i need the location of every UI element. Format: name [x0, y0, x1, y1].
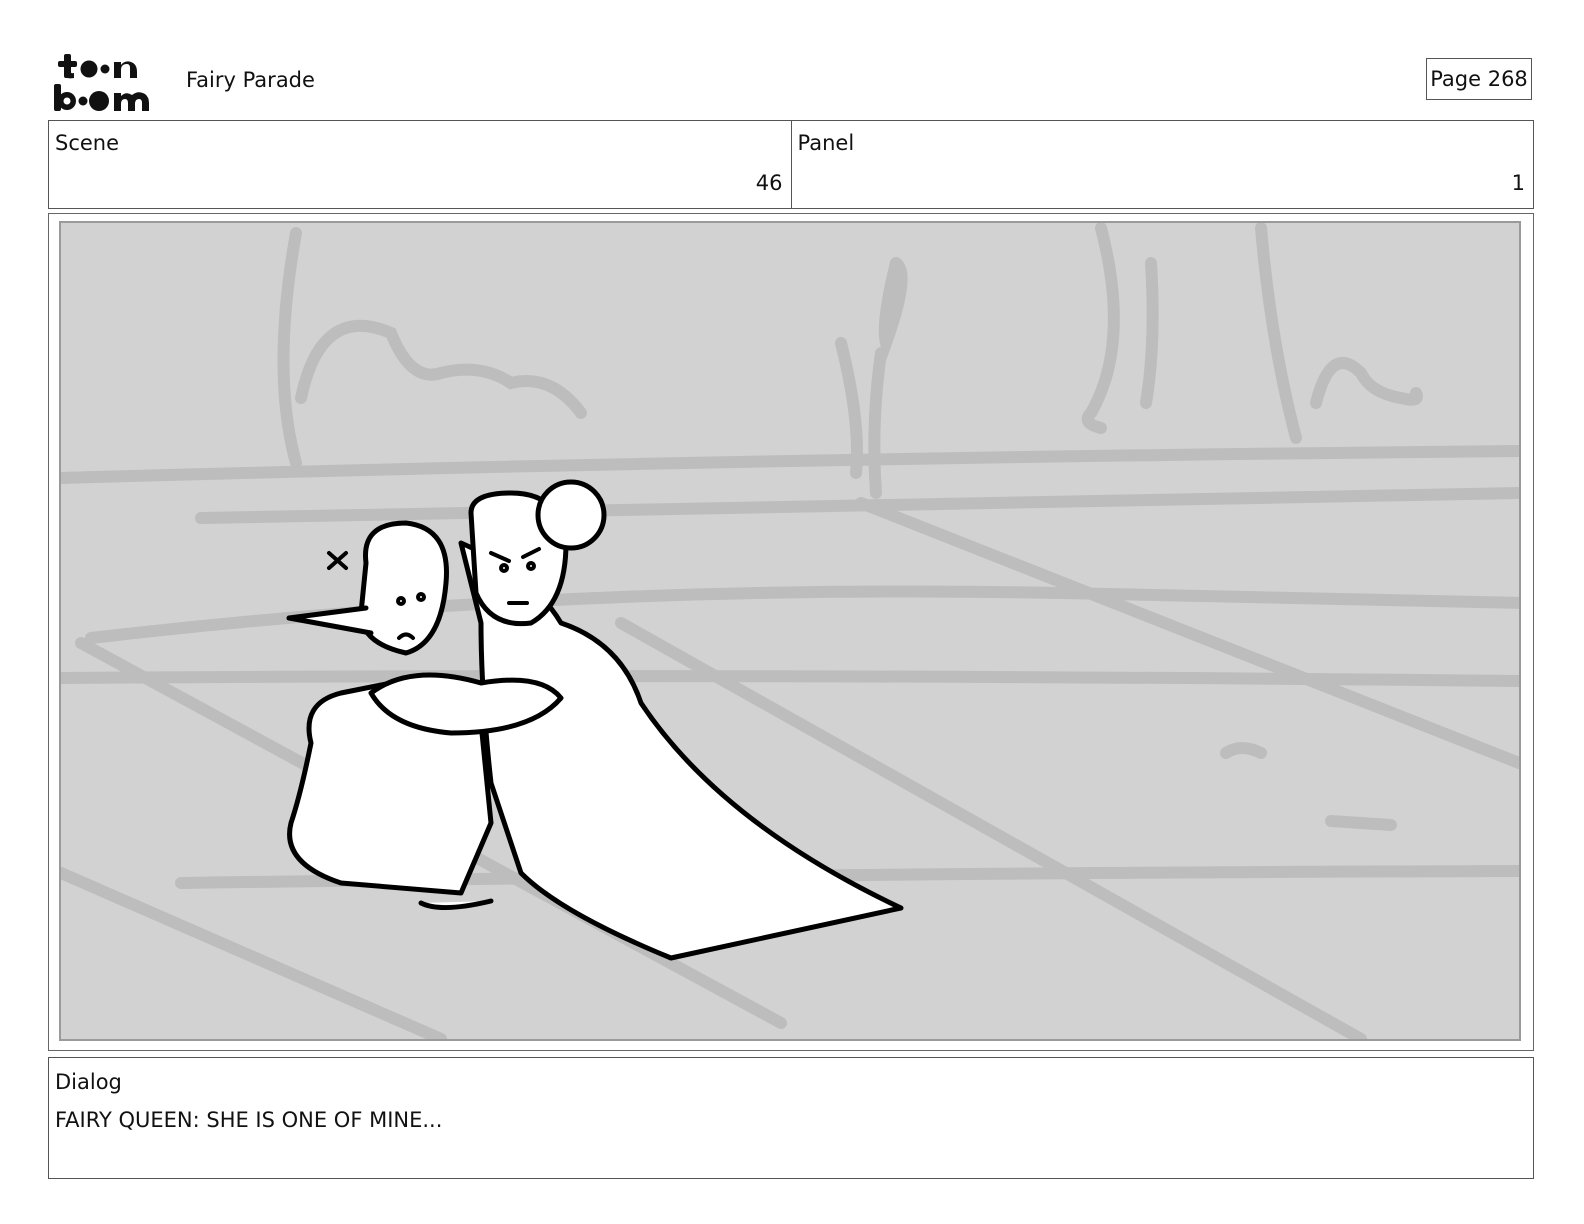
scene-cell: Scene 46 — [49, 121, 791, 208]
dialog-box: Dialog FAIRY QUEEN: SHE IS ONE OF MINE..… — [48, 1057, 1534, 1179]
scene-label: Scene — [55, 131, 120, 155]
logo-icon — [54, 54, 149, 111]
panel-cell: Panel 1 — [790, 121, 1534, 208]
sketch-drawing — [61, 223, 1519, 1039]
project-title: Fairy Parade — [186, 68, 315, 92]
storyboard-sketch-image — [59, 221, 1521, 1041]
scene-panel-info: Scene 46 Panel 1 — [48, 120, 1534, 209]
scene-number: 46 — [755, 171, 783, 195]
panel-number: 1 — [1511, 171, 1525, 195]
dialog-text: FAIRY QUEEN: SHE IS ONE OF MINE... — [55, 1108, 443, 1132]
storyboard-panel-frame — [48, 213, 1534, 1051]
toon-boom-logo — [50, 50, 166, 112]
panel-label: Panel — [797, 131, 855, 155]
dialog-label: Dialog — [55, 1070, 122, 1094]
page-number: Page 268 — [1426, 58, 1532, 100]
